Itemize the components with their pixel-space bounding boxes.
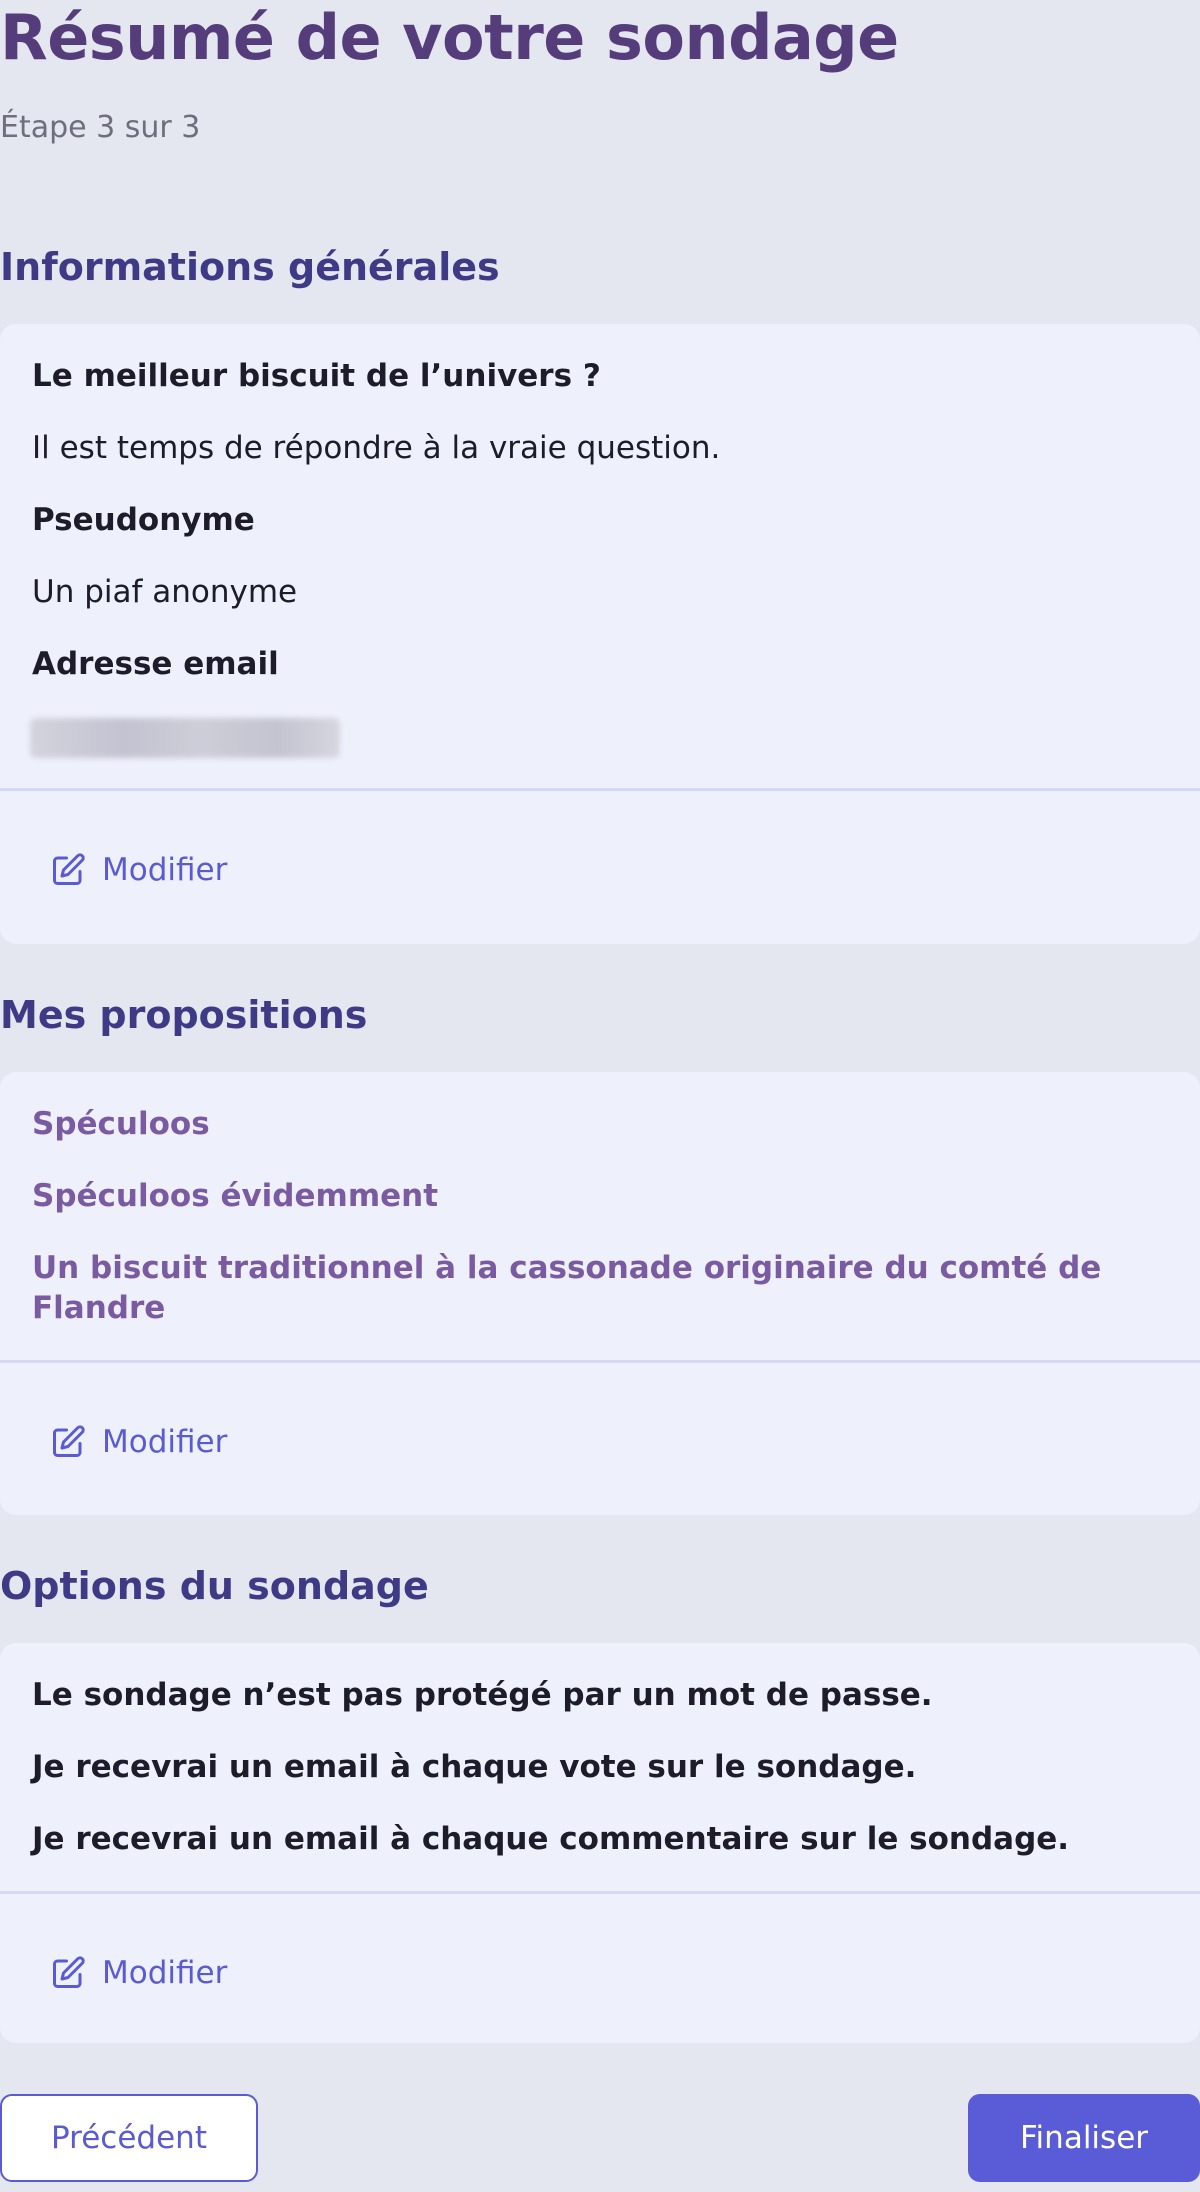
page-title: Résumé de votre sondage [0, 1, 899, 74]
modify-proposals-button[interactable]: Modifier [50, 1416, 227, 1468]
modify-general-button[interactable]: Modifier [50, 844, 227, 896]
proposal-item: Spéculoos évidemment [32, 1178, 439, 1214]
edit-icon [50, 1424, 86, 1460]
poll-description: Il est temps de répondre à la vraie ques… [32, 430, 721, 466]
section-title-options: Options du sondage [0, 1564, 429, 1608]
section-title-proposals: Mes propositions [0, 993, 368, 1037]
modify-label: Modifier [102, 1424, 228, 1460]
email-label: Adresse email [32, 646, 279, 682]
modify-label: Modifier [102, 1955, 228, 1991]
option-item: Je recevrai un email à chaque vote sur l… [32, 1749, 917, 1785]
section-title-general: Informations générales [0, 245, 500, 289]
poll-title: Le meilleur biscuit de l’univers ? [32, 358, 601, 394]
modify-label: Modifier [102, 852, 228, 888]
card-divider [0, 1891, 1200, 1894]
edit-icon [50, 852, 86, 888]
edit-icon [50, 1955, 86, 1991]
email-value-redacted [30, 718, 340, 758]
nickname-value: Un piaf anonyme [32, 574, 298, 610]
nickname-label: Pseudonyme [32, 502, 255, 538]
step-indicator: Étape 3 sur 3 [0, 110, 201, 145]
modify-options-button[interactable]: Modifier [50, 1947, 227, 1999]
card-divider [0, 1360, 1200, 1363]
proposal-item: Spéculoos [32, 1106, 210, 1142]
previous-button[interactable]: Précédent [0, 2094, 258, 2182]
option-item: Je recevrai un email à chaque commentair… [32, 1821, 1070, 1857]
option-item: Le sondage n’est pas protégé par un mot … [32, 1677, 933, 1713]
card-divider [0, 788, 1200, 791]
general-card: Le meilleur biscuit de l’univers ? Il es… [0, 324, 1200, 944]
options-card: Le sondage n’est pas protégé par un mot … [0, 1643, 1200, 2043]
finalize-button[interactable]: Finaliser [968, 2094, 1200, 2182]
proposals-card: Spéculoos Spéculoos évidemment Un biscui… [0, 1072, 1200, 1515]
proposal-item: Un biscuit traditionnel à la cassonade o… [32, 1250, 1102, 1326]
